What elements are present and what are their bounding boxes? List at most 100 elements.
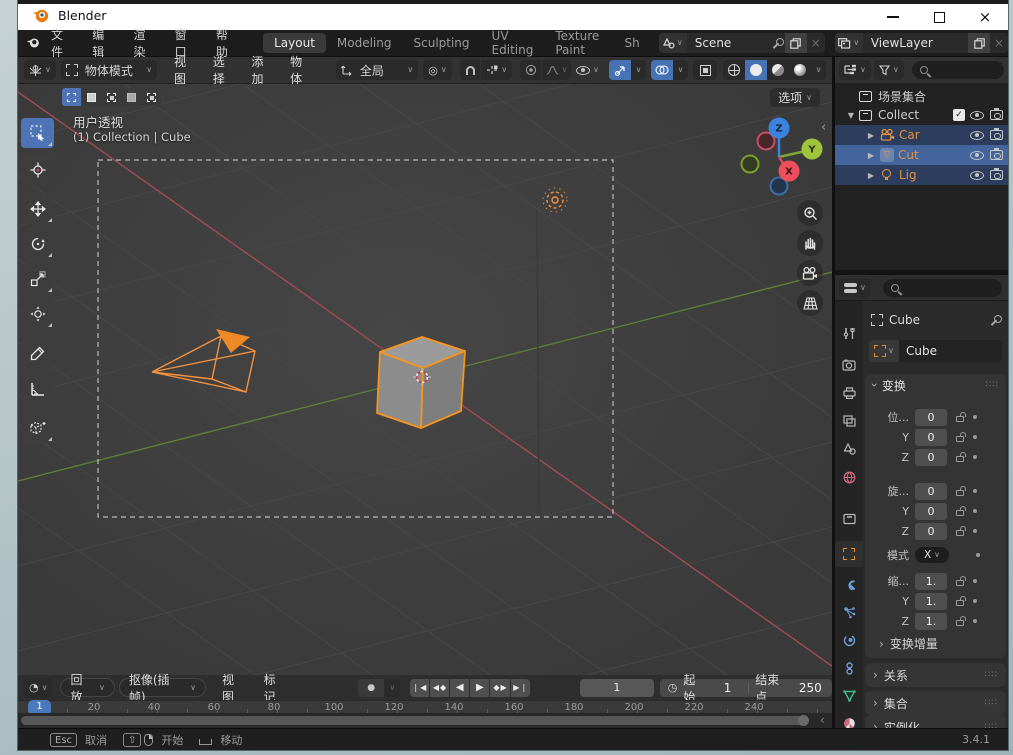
tab-texture-paint[interactable]: Texture Paint <box>544 26 613 60</box>
outliner-row-light[interactable]: ▶ Lig <box>835 165 1008 185</box>
keyframe-dot-icon[interactable] <box>973 489 977 493</box>
shading-rendered-button[interactable] <box>789 60 812 80</box>
tool-move[interactable] <box>21 194 54 224</box>
delta-transform-panel[interactable]: › 变换增量 <box>879 635 938 652</box>
tool-measure[interactable] <box>21 374 54 404</box>
tab-modeling[interactable]: Modeling <box>326 33 403 53</box>
tool-rotate[interactable] <box>21 229 54 259</box>
lock-icon[interactable] <box>956 596 966 606</box>
gizmo-toggle[interactable] <box>609 60 632 80</box>
viewport-3d[interactable]: 用户透视 (1) Collection | Cube 选项 ∨ Z Y X ‹ <box>18 84 832 675</box>
select-subtract-button[interactable] <box>102 88 121 106</box>
drag-handle-icon[interactable]: ∷∷ <box>985 698 998 708</box>
scene-name[interactable]: Scene <box>687 36 775 50</box>
maximize-button[interactable] <box>916 4 962 30</box>
lock-icon[interactable] <box>956 432 966 442</box>
tab-scene[interactable] <box>835 436 863 462</box>
tab-uv-editing[interactable]: UV Editing <box>481 26 545 60</box>
rotation-mode-dropdown[interactable]: X ∨ <box>915 547 949 563</box>
scene-unlink-button[interactable]: × <box>807 36 825 50</box>
keying-set-dropdown[interactable]: ∨ <box>384 678 400 697</box>
disable-render-icon[interactable] <box>990 168 1003 180</box>
hide-eye-icon[interactable] <box>970 170 984 180</box>
viewlayer-name[interactable]: ViewLayer <box>863 36 968 50</box>
tool-add-cube[interactable] <box>21 413 54 443</box>
menu-render[interactable]: 渲染 <box>123 26 164 60</box>
auto-keying-toggle[interactable]: ● <box>358 678 384 697</box>
instancing-panel[interactable]: › 实例化 ∷∷ <box>865 715 1006 728</box>
jump-to-start-button[interactable]: ❘ ◀ <box>409 678 429 697</box>
disclosure-open-icon[interactable]: ▼ <box>845 111 857 120</box>
rotation-x-input[interactable]: 0 <box>915 482 947 500</box>
disclosure-closed-icon[interactable]: ▶ <box>865 131 877 140</box>
tool-annotate[interactable] <box>21 338 54 368</box>
play-button[interactable]: ▶ <box>470 678 490 697</box>
current-frame-input[interactable]: 1 <box>579 678 654 697</box>
disable-render-icon[interactable] <box>990 148 1003 160</box>
playhead[interactable]: 1 <box>28 700 51 713</box>
visibility-dropdown[interactable]: ∨ <box>571 60 604 80</box>
scene-new-button[interactable] <box>784 33 807 53</box>
tab-physics[interactable] <box>835 627 863 653</box>
viewlayer-new-button[interactable] <box>968 33 990 53</box>
tab-shading[interactable]: Sh <box>613 33 650 53</box>
jump-to-end-button[interactable]: ▶ ❘ <box>510 678 530 697</box>
timeline-editor-type-button[interactable]: ◔ ∨ <box>24 677 53 698</box>
proportional-falloff-dropdown[interactable]: ∨ <box>541 60 572 80</box>
hide-eye-icon[interactable] <box>970 130 984 140</box>
lock-icon[interactable] <box>956 526 966 536</box>
tab-particles[interactable] <box>835 599 863 625</box>
collapse-region-icon[interactable]: ‹ <box>820 713 825 727</box>
options-button[interactable]: 选项 ∨ <box>770 88 820 107</box>
lock-icon[interactable] <box>956 412 966 422</box>
menu-object[interactable]: 物体 <box>281 53 320 87</box>
tab-object-data[interactable] <box>835 683 863 709</box>
tab-world[interactable] <box>835 464 863 490</box>
outliner-row-collection[interactable]: ▼ Collect ✓ <box>835 105 1008 125</box>
outliner-row-camera[interactable]: ▶ Car <box>835 125 1008 145</box>
location-z-input[interactable]: 0 <box>915 448 947 466</box>
menu-select[interactable]: 选择 <box>204 53 243 87</box>
start-frame-input[interactable]: 1 <box>713 681 742 695</box>
lock-icon[interactable] <box>956 506 966 516</box>
gizmo-dropdown[interactable]: ∨ <box>631 60 647 80</box>
scene-browse-button[interactable]: ∨ <box>658 33 687 53</box>
tab-constraints[interactable] <box>835 655 863 681</box>
keyframe-dot-icon[interactable] <box>973 599 977 603</box>
keyframe-dot-icon[interactable] <box>973 619 977 623</box>
select-new-button[interactable] <box>62 88 81 106</box>
blender-logo-icon[interactable] <box>26 36 41 50</box>
location-y-input[interactable]: 0 <box>915 428 947 446</box>
object-browse-button[interactable]: ∨ <box>869 340 899 362</box>
zoom-button[interactable] <box>797 200 823 226</box>
tool-cursor[interactable] <box>21 155 54 185</box>
scale-y-input[interactable]: 1. <box>915 592 947 610</box>
keyframe-dot-icon[interactable] <box>973 529 977 533</box>
pivot-dropdown[interactable]: ◎ ∨ <box>423 60 452 80</box>
menu-file[interactable]: 文件 <box>41 26 82 60</box>
select-invert-button[interactable] <box>122 88 141 106</box>
outliner-filter-button[interactable]: ∨ <box>873 60 904 80</box>
object-name-input[interactable]: Cube <box>899 340 1002 362</box>
outliner-search-input[interactable] <box>911 61 1004 79</box>
proportional-editing-toggle[interactable] <box>520 60 541 80</box>
play-reverse-button[interactable]: ◀ <box>450 678 470 697</box>
drag-handle-icon[interactable]: ∷∷ <box>985 670 998 680</box>
viewlayer-browse-button[interactable]: ∨ <box>834 33 863 53</box>
tab-render[interactable] <box>835 352 863 378</box>
location-x-input[interactable]: 0 <box>915 408 947 426</box>
shading-dropdown[interactable]: ∨ <box>811 60 827 80</box>
menu-view[interactable]: 视图 <box>165 53 204 87</box>
tab-layout[interactable]: Layout <box>263 33 326 53</box>
transform-panel-header[interactable]: › 变换 ∷∷ <box>865 374 1006 396</box>
lock-icon[interactable] <box>956 576 966 586</box>
shading-wireframe-button[interactable] <box>723 60 746 80</box>
tab-object[interactable] <box>835 541 863 567</box>
shading-material-button[interactable] <box>767 60 790 80</box>
tool-select-box[interactable] <box>21 118 54 148</box>
rotation-y-input[interactable]: 0 <box>915 502 947 520</box>
tool-transform[interactable] <box>21 299 54 329</box>
properties-editor-type-button[interactable]: ∨ <box>839 277 871 298</box>
orientation-dropdown[interactable]: 全局 ∨ <box>335 60 419 80</box>
outliner-row-scene-collection[interactable]: 场景集合 <box>835 86 1008 106</box>
